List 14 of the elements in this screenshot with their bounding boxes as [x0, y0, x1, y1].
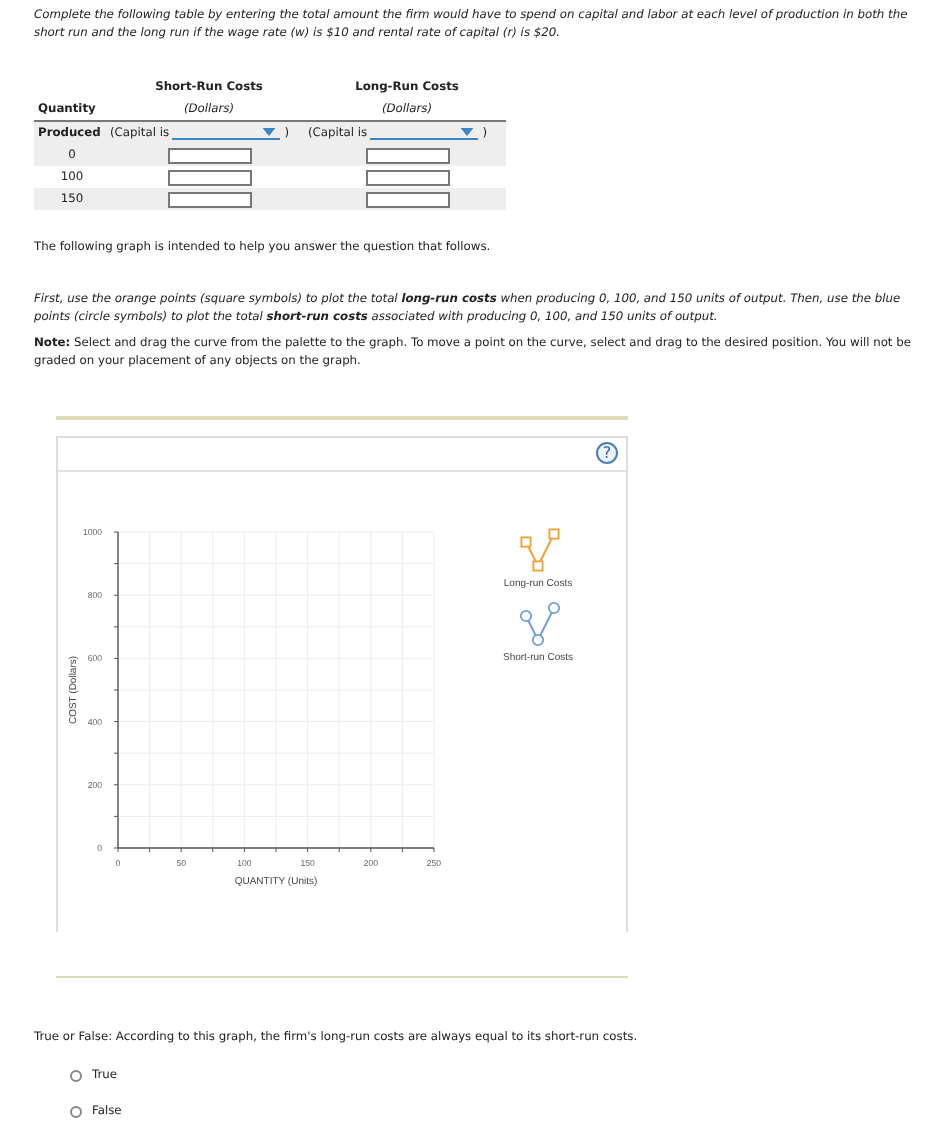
cost-input[interactable]	[167, 169, 251, 185]
cost-input[interactable]	[167, 147, 251, 163]
circle-points-icon[interactable]	[519, 600, 561, 646]
cost-input[interactable]	[365, 191, 449, 207]
radio-button[interactable]	[70, 1106, 82, 1118]
cost-input[interactable]	[365, 169, 449, 185]
capital-dropdown[interactable]	[172, 126, 281, 140]
cost-input[interactable]	[365, 147, 449, 163]
capital-dropdown[interactable]	[370, 126, 479, 140]
help-button[interactable]: ?	[596, 442, 618, 464]
radio-button[interactable]	[70, 1070, 82, 1082]
caret-icon	[460, 128, 475, 136]
caret-icon	[262, 128, 277, 136]
cost-input[interactable]	[167, 191, 251, 207]
